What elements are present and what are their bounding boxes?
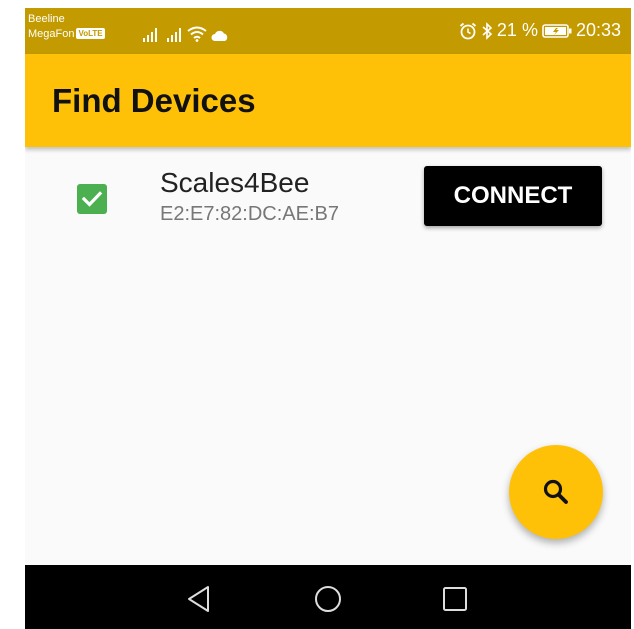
checkmark-icon <box>81 191 103 207</box>
nav-back-button[interactable] <box>182 582 216 616</box>
device-name: Scales4Bee <box>160 167 310 198</box>
cloud-icon <box>211 30 228 41</box>
page-title: Find Devices <box>52 82 256 119</box>
device-address: E2:E7:82:DC:AE:B7 <box>160 203 339 225</box>
home-icon <box>315 586 341 612</box>
battery-icon <box>542 23 572 38</box>
nav-home-button[interactable] <box>311 582 345 616</box>
device-checkbox[interactable] <box>77 184 107 214</box>
alarm-icon <box>459 22 476 39</box>
battery-percent: 21 % <box>496 20 538 40</box>
phone-screen: Beeline MegaFon VoLTE 21 % 20:33 Find De… <box>25 8 631 629</box>
status-right-group: 21 % 20:33 <box>459 20 621 41</box>
nav-recents-button[interactable] <box>438 582 472 616</box>
carrier-1-label: Beeline <box>28 13 65 25</box>
bluetooth-icon <box>482 21 493 40</box>
signal-group <box>143 24 229 42</box>
status-time: 20:33 <box>575 20 621 40</box>
carrier-2-label: MegaFon <box>28 28 75 40</box>
back-icon <box>188 586 209 612</box>
device-list-item[interactable]: Scales4Bee E2:E7:82:DC:AE:B7 CONNECT <box>25 160 631 236</box>
app-bar: Find Devices <box>25 54 631 147</box>
wifi-icon <box>187 26 207 42</box>
carrier-info: Beeline MegaFon VoLTE <box>28 12 105 42</box>
volte-badge: VoLTE <box>76 28 105 39</box>
connect-button[interactable]: CONNECT <box>424 166 602 226</box>
recents-icon <box>443 587 467 611</box>
search-fab[interactable] <box>509 445 603 539</box>
signal-icon <box>167 28 181 42</box>
carrier-2-row: MegaFon VoLTE <box>28 27 105 42</box>
signal-icon <box>143 28 157 42</box>
search-icon <box>543 479 568 504</box>
navigation-bar <box>25 565 631 629</box>
status-bar: Beeline MegaFon VoLTE 21 % 20:33 <box>25 8 631 54</box>
